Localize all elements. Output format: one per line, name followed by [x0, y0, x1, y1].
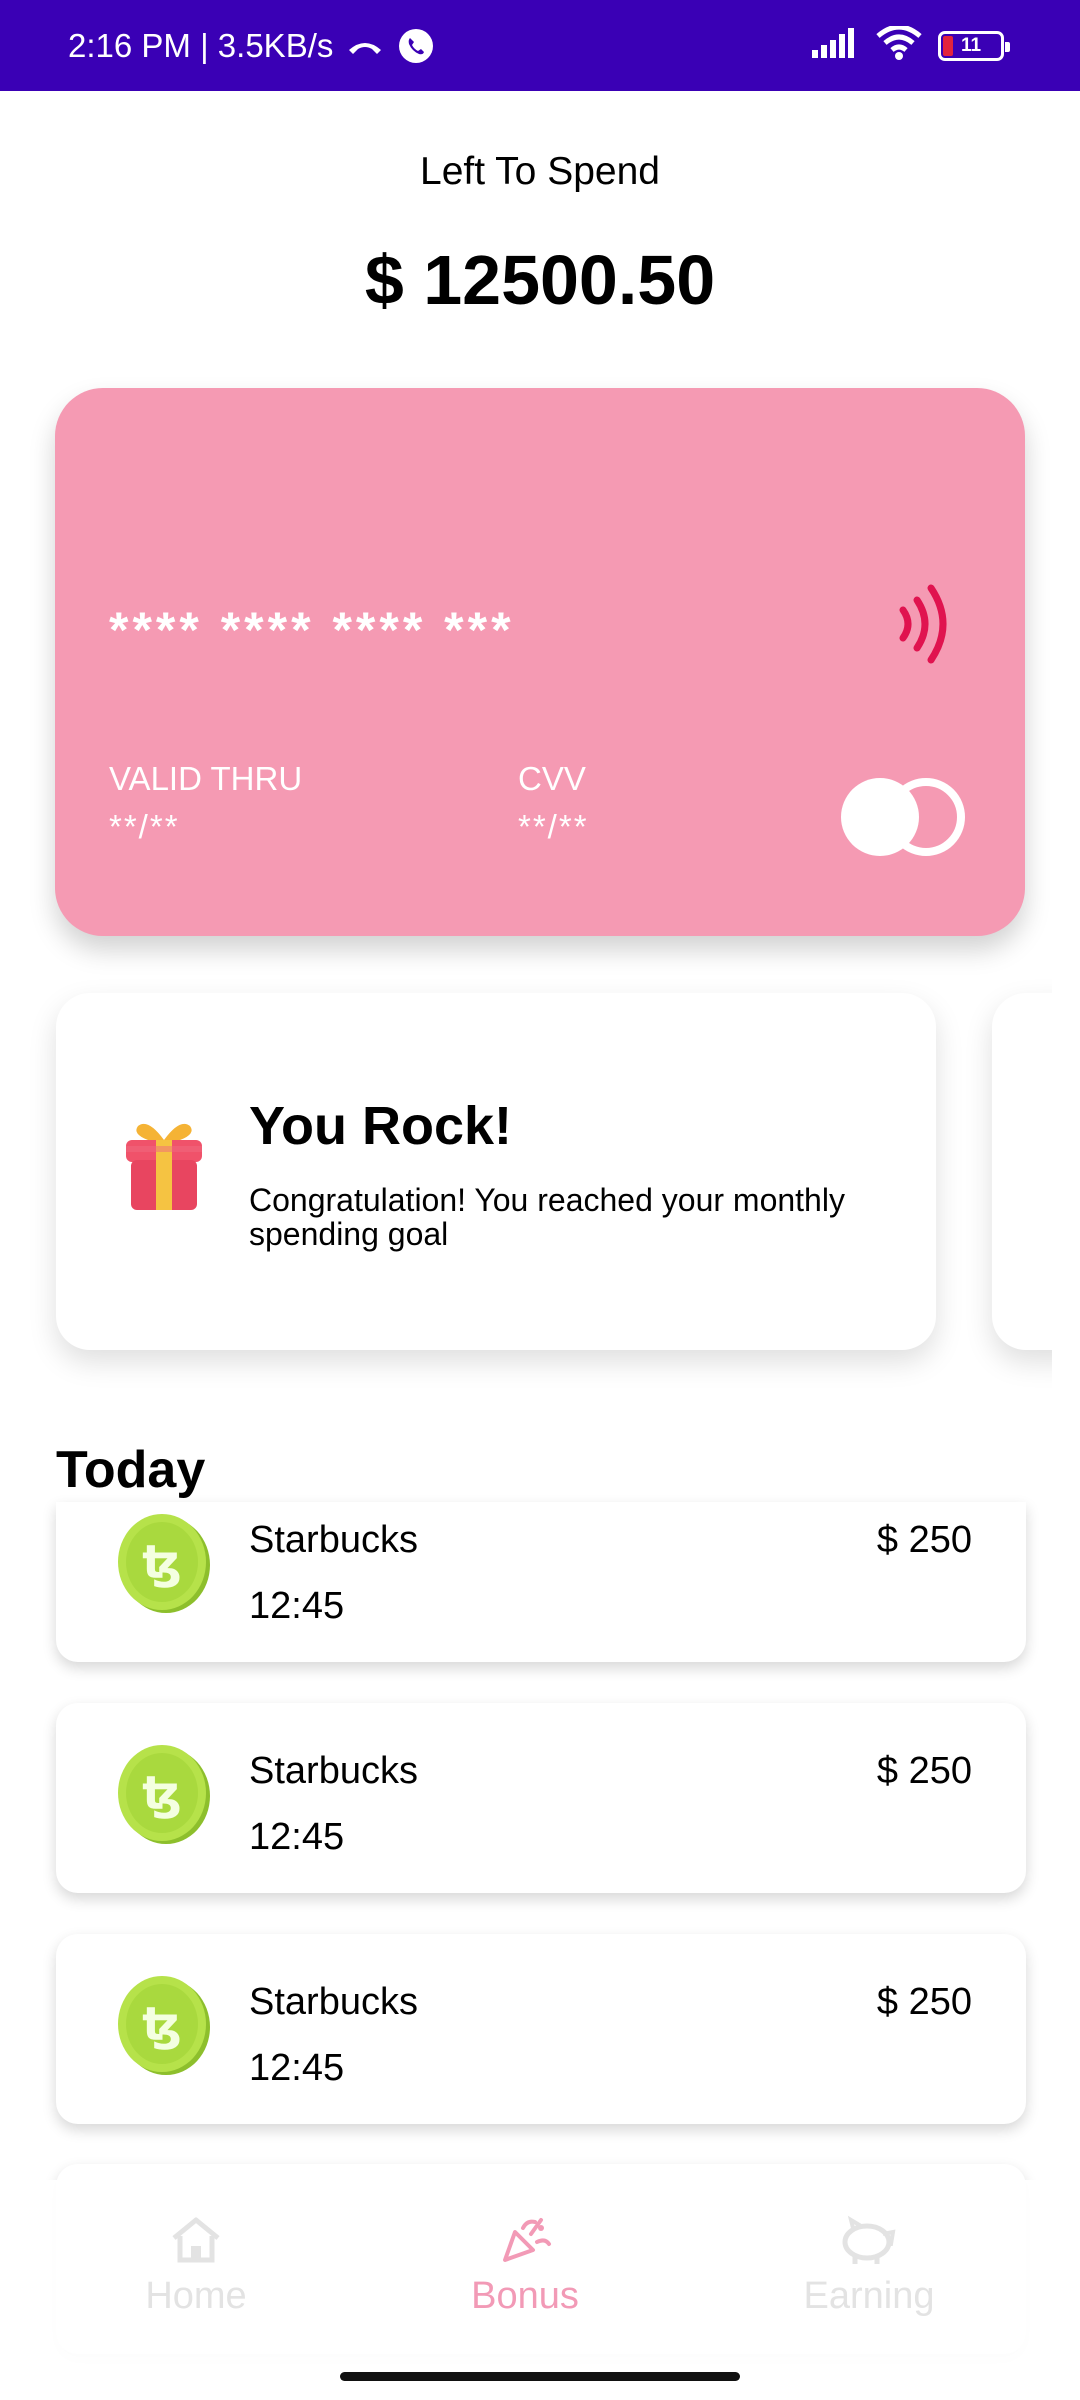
nav-item-bonus[interactable]: Bonus: [405, 2214, 645, 2318]
transaction-amount: $ 250: [876, 1750, 972, 1792]
transaction-name: Starbucks: [249, 1981, 418, 2023]
transaction-row[interactable]: ꜩ Starbucks 12:45 $ 250: [56, 1502, 1026, 1662]
balance-amount: $ 12500.50: [364, 241, 716, 319]
transaction-row[interactable]: ꜩ Starbucks 12:45 $ 250: [56, 1703, 1026, 1893]
transaction-row[interactable]: ꜩ Starbucks 12:45 $ 250: [56, 1934, 1026, 2124]
transaction-amount: $ 250: [876, 1519, 972, 1561]
svg-text:ꜩ: ꜩ: [142, 1535, 181, 1589]
whatsapp-icon: [397, 27, 435, 65]
battery-icon: 11: [938, 30, 1010, 61]
status-right: 11: [812, 0, 1010, 91]
transaction-time: 12:45: [249, 2047, 345, 2089]
home-indicator[interactable]: [340, 2372, 740, 2381]
svg-text:ꜩ: ꜩ: [142, 1997, 181, 2051]
valid-thru-value: **/**: [109, 808, 180, 845]
cvv-label: CVV: [518, 760, 586, 797]
home-icon: [168, 2217, 224, 2270]
transaction-name: Starbucks: [249, 1750, 418, 1792]
wifi-icon: [876, 24, 922, 65]
status-bar: 2:16 PM | 3.5KB/s 11: [0, 0, 1080, 91]
transaction-time: 12:45: [249, 1585, 345, 1627]
gift-icon: [118, 1116, 210, 1219]
svg-text:ꜩ: ꜩ: [142, 1766, 181, 1820]
party-popper-icon: [497, 2218, 553, 2270]
missed-call-icon: [345, 34, 385, 58]
cvv-value: **/**: [518, 808, 589, 845]
nav-label-bonus: Bonus: [471, 2275, 579, 2317]
nav-item-earning[interactable]: Earning: [749, 2214, 989, 2318]
card-brand-icon: [841, 778, 965, 856]
signal-icon: [812, 28, 860, 63]
nav-label-earning: Earning: [803, 2275, 935, 2317]
bonus-title: You Rock!: [249, 1096, 513, 1156]
status-left: 2:16 PM | 3.5KB/s: [68, 0, 435, 91]
payment-card[interactable]: **** **** **** *** VALID THRU **/** CVV …: [55, 388, 1025, 936]
card-number: **** **** **** ***: [109, 602, 515, 658]
status-time-speed: 2:16 PM | 3.5KB/s: [68, 26, 334, 64]
valid-thru-label: VALID THRU: [109, 760, 303, 797]
carousel-edge: [1052, 960, 1080, 1390]
coin-icon: ꜩ: [116, 1512, 212, 1614]
left-to-spend-label: Left To Spend: [420, 150, 660, 193]
bonus-description: Congratulation! You reached your monthly…: [249, 1182, 845, 1252]
coin-icon: ꜩ: [116, 1743, 212, 1845]
transaction-time: 12:45: [249, 1816, 345, 1858]
contactless-icon: [895, 578, 955, 675]
piggy-bank-icon: [839, 2215, 899, 2270]
nav-item-home[interactable]: Home: [76, 2214, 316, 2318]
coin-icon: ꜩ: [116, 1974, 212, 2076]
transaction-amount: $ 250: [876, 1981, 972, 2023]
bottom-nav: Home Bonus Earning: [0, 2180, 1080, 2400]
transaction-name: Starbucks: [249, 1519, 418, 1561]
nav-label-home: Home: [145, 2275, 247, 2317]
battery-level: 11: [960, 34, 982, 56]
section-heading-today: Today: [56, 1441, 206, 1499]
bonus-card[interactable]: You Rock! Congratulation! You reached yo…: [56, 993, 936, 1350]
